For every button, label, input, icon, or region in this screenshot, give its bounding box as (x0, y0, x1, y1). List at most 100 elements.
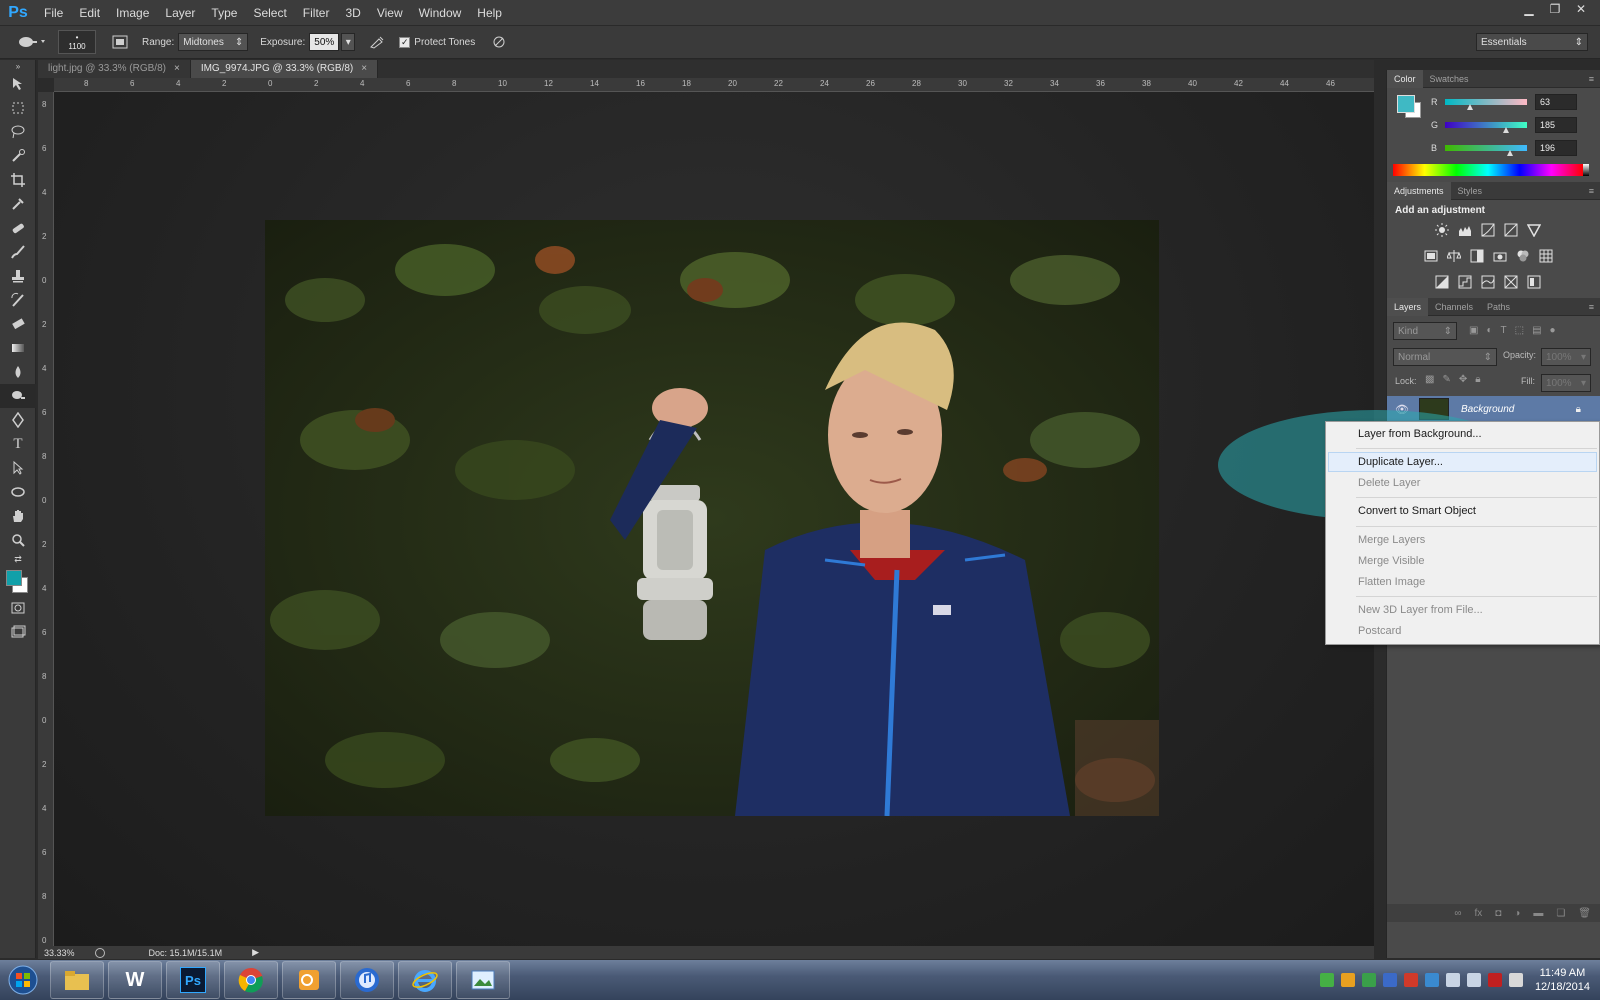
panel-menu-icon[interactable]: ≡ (1589, 74, 1594, 84)
lock-position-icon[interactable]: ✥ (1459, 374, 1467, 385)
shape-filter-icon[interactable]: ⬚ (1515, 325, 1524, 336)
tab-channels[interactable]: Channels (1428, 298, 1480, 316)
screen-mode-icon[interactable] (0, 620, 36, 644)
hand-tool-icon[interactable] (0, 504, 36, 528)
tab-adjustments[interactable]: Adjustments (1387, 181, 1451, 200)
invert-icon[interactable] (1433, 274, 1451, 290)
adobe-tray-icon[interactable] (1487, 973, 1502, 987)
dodge-tool-icon[interactable] (0, 384, 36, 408)
tray-app-icon[interactable] (1340, 973, 1355, 987)
fill-input[interactable]: 100% ▾ (1541, 374, 1591, 392)
lock-all-icon[interactable]: 🔒︎ (1475, 374, 1480, 385)
volume-icon[interactable] (1445, 973, 1460, 987)
color-balance-icon[interactable] (1445, 248, 1463, 264)
document-canvas[interactable] (54, 92, 1374, 946)
menu-item-layer-from-background[interactable]: Layer from Background... (1358, 428, 1482, 440)
word-icon[interactable]: W (108, 961, 162, 999)
red-value[interactable]: 63 (1535, 94, 1577, 110)
photo-viewer-icon[interactable] (456, 961, 510, 999)
exposure-input[interactable]: 50% (309, 33, 340, 51)
filter-toggle-icon[interactable]: ● (1550, 325, 1556, 336)
slider-thumb-icon[interactable] (1507, 150, 1513, 156)
healing-brush-tool-icon[interactable] (0, 216, 36, 240)
photoshop-icon[interactable]: Ps (166, 961, 220, 999)
foreground-color-swatch[interactable] (6, 570, 22, 586)
menu-item-convert-to-smart-object[interactable]: Convert to Smart Object (1358, 505, 1476, 517)
action-center-icon[interactable] (1508, 973, 1523, 987)
menu-filter[interactable]: Filter (295, 0, 338, 26)
itunes-icon[interactable] (340, 961, 394, 999)
blend-mode-select[interactable]: Normal ⇕ (1393, 348, 1497, 366)
close-tab-icon[interactable]: × (361, 60, 367, 78)
quick-selection-tool-icon[interactable] (0, 144, 36, 168)
chrome-icon[interactable] (224, 961, 278, 999)
start-button[interactable] (0, 960, 46, 1000)
network-icon[interactable] (1466, 973, 1481, 987)
crop-tool-icon[interactable] (0, 168, 36, 192)
menu-item-flatten-image[interactable]: Flatten Image (1358, 576, 1425, 588)
blue-value[interactable]: 196 (1535, 140, 1577, 156)
vibrance-icon[interactable] (1525, 222, 1543, 238)
link-layers-icon[interactable]: ∞ (1454, 908, 1461, 919)
green-value[interactable]: 185 (1535, 117, 1577, 133)
restore-button[interactable]: ❐ (1542, 0, 1568, 18)
tray-app-icon[interactable] (1403, 973, 1418, 987)
menu-item-merge-visible[interactable]: Merge Visible (1358, 555, 1424, 567)
lock-transparency-icon[interactable]: ▩ (1425, 374, 1434, 385)
menu-view[interactable]: View (369, 0, 411, 26)
eyedropper-tool-icon[interactable] (0, 192, 36, 216)
blur-tool-icon[interactable] (0, 360, 36, 384)
tray-app-icon[interactable] (1382, 973, 1397, 987)
ellipse-tool-icon[interactable] (0, 480, 36, 504)
slider-thumb-icon[interactable] (1503, 127, 1509, 133)
menu-layer[interactable]: Layer (157, 0, 203, 26)
layer-name[interactable]: Background (1461, 404, 1514, 415)
slider-thumb-icon[interactable] (1467, 104, 1473, 110)
play-icon[interactable]: ▶ (252, 947, 259, 958)
menu-edit[interactable]: Edit (71, 0, 108, 26)
menu-item-delete-layer[interactable]: Delete Layer (1358, 477, 1420, 489)
levels-icon[interactable] (1456, 222, 1474, 238)
layer-style-icon[interactable]: fx (1474, 908, 1482, 919)
minimize-button[interactable]: ▁ (1516, 0, 1542, 18)
color-spectrum-bar[interactable] (1393, 164, 1583, 176)
path-selection-tool-icon[interactable] (0, 456, 36, 480)
panel-menu-icon[interactable]: ≡ (1589, 302, 1594, 312)
range-select[interactable]: Midtones ⇕ (178, 33, 249, 51)
brush-panel-icon[interactable] (108, 31, 132, 53)
tab-color[interactable]: Color (1387, 69, 1423, 88)
menu-window[interactable]: Window (411, 0, 470, 26)
color-swatches[interactable] (0, 566, 36, 596)
foreground-swatch[interactable] (1397, 95, 1415, 113)
panel-menu-icon[interactable]: ≡ (1589, 186, 1594, 196)
taskbar-clock[interactable]: 11:49 AM 12/18/2014 (1535, 966, 1590, 994)
opacity-input[interactable]: 100% ▾ (1541, 348, 1591, 366)
pen-tool-icon[interactable] (0, 408, 36, 432)
posterize-icon[interactable] (1456, 274, 1474, 290)
exposure-icon[interactable] (1502, 222, 1520, 238)
history-brush-tool-icon[interactable] (0, 288, 36, 312)
black-white-ramp[interactable] (1583, 164, 1589, 176)
close-tab-icon[interactable]: × (174, 60, 180, 78)
color-lookup-icon[interactable] (1537, 248, 1555, 264)
new-group-icon[interactable]: ▬ (1533, 908, 1543, 919)
eraser-tool-icon[interactable] (0, 312, 36, 336)
type-tool-icon[interactable]: T (0, 432, 36, 456)
type-filter-icon[interactable]: T (1501, 325, 1507, 336)
photo-filter-icon[interactable] (1491, 248, 1509, 264)
blue-slider[interactable] (1445, 145, 1527, 156)
airbrush-icon[interactable] (365, 31, 389, 53)
brightness-contrast-icon[interactable] (1433, 222, 1451, 238)
tab-styles[interactable]: Styles (1451, 182, 1490, 200)
zoom-tool-icon[interactable] (0, 528, 36, 552)
smart-object-filter-icon[interactable]: ▤ (1532, 325, 1541, 336)
protect-tones-checkbox[interactable]: ✓ (399, 36, 411, 48)
menu-item-merge-layers[interactable]: Merge Layers (1358, 534, 1425, 546)
workspace-select[interactable]: Essentials ⇕ (1476, 33, 1588, 51)
menu-image[interactable]: Image (108, 0, 157, 26)
swap-colors-icon[interactable]: ⇄ (0, 552, 36, 566)
close-button[interactable]: ✕ (1568, 0, 1594, 18)
marquee-tool-icon[interactable] (0, 96, 36, 120)
new-layer-icon[interactable]: ❏ (1556, 908, 1565, 919)
quick-mask-icon[interactable] (0, 596, 36, 620)
